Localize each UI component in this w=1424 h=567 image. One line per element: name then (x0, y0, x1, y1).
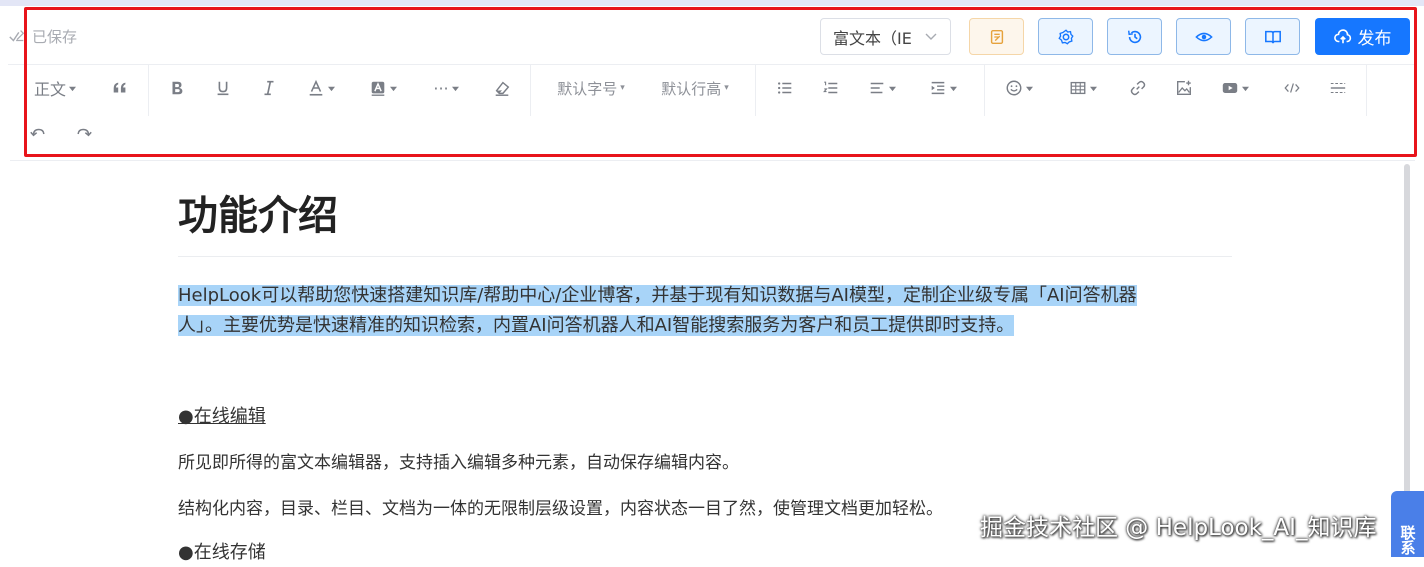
notes-icon (990, 29, 1003, 44)
code-icon (1284, 83, 1300, 93)
editor-mode-value: 富文本（IE (833, 28, 912, 48)
caret-down-icon (390, 86, 397, 91)
settings-button[interactable] (1038, 18, 1093, 55)
link-icon (1130, 80, 1146, 96)
undo-button[interactable] (26, 123, 50, 145)
emoji-icon (1006, 80, 1022, 96)
underline-icon (217, 81, 229, 96)
ordered-list-button[interactable] (819, 74, 843, 102)
notes-button[interactable] (969, 18, 1024, 55)
caret-down-icon (328, 86, 335, 91)
caret-down-icon (950, 86, 957, 91)
undo-icon (30, 128, 45, 137)
horizontal-rule-icon (1330, 82, 1346, 94)
paragraph-style-label: 正文 (33, 80, 66, 99)
paragraph-style-dropdown[interactable]: 正文 (30, 74, 80, 102)
code-block-button[interactable] (1280, 74, 1304, 102)
insert-image-button[interactable] (1172, 74, 1196, 102)
caret-down-icon: ▾ (724, 83, 729, 93)
table-icon (1070, 81, 1086, 95)
save-status-label: 已保存 (32, 27, 78, 46)
history-button[interactable] (1107, 18, 1162, 55)
table-dropdown[interactable] (1066, 74, 1100, 102)
settings-icon (1057, 28, 1074, 45)
intro-paragraph[interactable]: HelpLook可以帮助您快速搭建知识库/帮助中心/企业博客，并基于现有知识数据… (178, 281, 1218, 341)
toolbar-separator (984, 64, 985, 116)
save-status: 已保存 (8, 24, 77, 48)
blockquote-button[interactable] (108, 74, 132, 102)
font-size-dropdown[interactable]: 默认字号 ▾ (552, 74, 630, 102)
background-color-dropdown[interactable] (366, 74, 400, 102)
document-title[interactable]: 功能介绍 (178, 188, 1232, 248)
preview-button[interactable] (1176, 18, 1231, 55)
read-mode-button[interactable] (1245, 18, 1300, 55)
align-dropdown[interactable] (865, 74, 899, 102)
font-color-dropdown[interactable] (304, 74, 338, 102)
align-left-icon (870, 82, 884, 94)
font-color-icon (309, 79, 323, 96)
indent-icon (931, 81, 945, 95)
emoji-dropdown[interactable] (1002, 74, 1036, 102)
section-paragraph[interactable]: 所见即所得的富文本编辑器，支持插入编辑多种元素，自动保存编辑内容。 (178, 449, 1232, 477)
redo-button[interactable] (72, 123, 96, 145)
toolbar-separator (755, 64, 756, 116)
toolbar-divider (8, 64, 1416, 65)
caret-down-icon (69, 86, 76, 91)
contact-side-tab[interactable]: 联系 (1391, 491, 1424, 557)
history-icon (1127, 30, 1141, 43)
contact-side-tab-label: 联系 (1398, 525, 1417, 555)
underline-button[interactable] (211, 74, 235, 102)
toolbar-separator (530, 64, 531, 116)
italic-button[interactable] (257, 74, 281, 102)
quote-icon (113, 82, 126, 93)
video-icon (1222, 83, 1238, 93)
preview-icon (1194, 32, 1213, 41)
background-color-icon (371, 81, 385, 96)
italic-icon (264, 80, 274, 96)
image-icon (1177, 80, 1191, 95)
saved-check-icon (9, 30, 25, 42)
watermark: 掘金技术社区 @ HelpLook_AI_知识库 (980, 515, 1377, 541)
bold-button[interactable] (165, 74, 189, 102)
toolbar-separator (148, 64, 149, 116)
intro-line-1: HelpLook可以帮助您快速搭建知识库/帮助中心/企业博客，并基于现有知识数据… (178, 285, 1137, 306)
line-height-label: 默认行高 (661, 79, 722, 98)
more-formats-label: ··· (433, 78, 449, 98)
bold-icon (172, 81, 183, 95)
line-height-dropdown[interactable]: 默认行高 ▾ (656, 74, 734, 102)
indent-dropdown[interactable] (926, 74, 960, 102)
intro-line-2: 人」。主要优势是快速精准的知识检索，内置AI问答机器人和AI智能搜索服务为客户和… (178, 315, 1015, 336)
bullet-list-icon (777, 82, 792, 94)
title-divider (178, 256, 1232, 257)
font-size-label: 默认字号 (557, 79, 618, 98)
more-formats-dropdown[interactable]: ··· (428, 74, 464, 102)
bullet-list-button[interactable] (773, 74, 797, 102)
eraser-icon (495, 81, 510, 96)
caret-down-icon (1090, 86, 1097, 91)
divider-button[interactable] (1326, 74, 1350, 102)
toolbar-separator (1366, 64, 1367, 116)
ordered-list-icon (823, 81, 838, 94)
book-icon (1264, 30, 1281, 43)
video-dropdown[interactable] (1218, 74, 1252, 102)
editor-mode-select[interactable]: 富文本（IE (820, 18, 951, 55)
clear-format-button[interactable] (490, 74, 514, 102)
link-button[interactable] (1126, 74, 1150, 102)
caret-down-icon (1026, 86, 1033, 91)
caret-down-icon (889, 86, 896, 91)
caret-down-icon (1242, 86, 1249, 91)
cloud-upload-icon (1333, 28, 1351, 43)
publish-label: 发布 (1357, 29, 1392, 49)
redo-icon (77, 128, 92, 137)
caret-down-icon: ▾ (620, 83, 625, 93)
editor-header: 已保存 富文本（IE 发布 正文 ··· 默认字号 ▾ 默认行高 ▾ (0, 6, 1424, 157)
section-title-online-storage[interactable]: ●在线存储 (178, 539, 1232, 567)
caret-down-icon (451, 86, 459, 91)
chevron-down-icon (925, 33, 937, 40)
section-title-online-editing[interactable]: ●在线编辑 (178, 403, 1232, 431)
publish-button[interactable]: 发布 (1315, 18, 1410, 55)
